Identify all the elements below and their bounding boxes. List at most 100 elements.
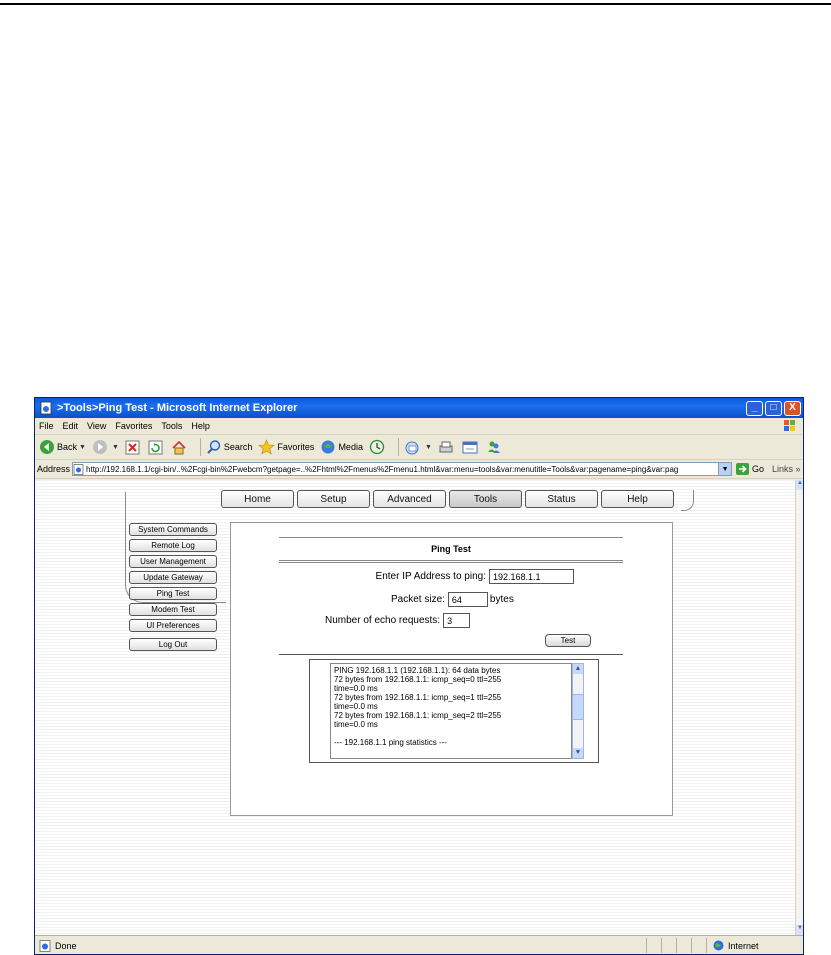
scroll-thumb[interactable] xyxy=(573,694,583,720)
ping-test-panel: Ping Test Enter IP Address to ping: 192.… xyxy=(230,522,673,816)
stop-icon xyxy=(125,440,140,454)
search-label: Search xyxy=(223,442,253,452)
messenger-button[interactable] xyxy=(486,439,504,455)
result-line: time=0.0 ms xyxy=(334,720,378,729)
stop-button[interactable] xyxy=(125,440,142,455)
scroll-up-icon[interactable]: ▲ xyxy=(573,664,583,674)
ping-results-frame: PING 192.168.1.1 (192.168.1.1): 64 data … xyxy=(309,659,599,763)
menu-tools[interactable]: Tools xyxy=(161,421,182,431)
packet-size-label: Packet size: xyxy=(391,594,445,605)
page-scrollbar[interactable]: ▲ ▼ xyxy=(795,480,803,935)
favorites-button[interactable]: Favorites xyxy=(258,439,314,455)
ie-page-icon xyxy=(40,401,52,415)
tab-home[interactable]: Home xyxy=(221,490,294,508)
status-text: Done xyxy=(55,940,77,951)
favorites-label: Favorites xyxy=(277,442,315,452)
address-bar: Address http://192.168.1.1/cgi-bin/..%2F… xyxy=(35,460,803,479)
tools-sidebar: System Commands Remote Log User Manageme… xyxy=(129,523,217,654)
history-icon xyxy=(369,439,385,455)
scroll-down-icon[interactable]: ▼ xyxy=(573,748,583,758)
tab-tools[interactable]: Tools xyxy=(449,490,522,508)
sidebar-item-remote-log[interactable]: Remote Log xyxy=(129,539,217,552)
search-button[interactable]: Search xyxy=(206,439,253,455)
refresh-icon xyxy=(148,440,163,454)
forward-arrow-icon xyxy=(92,440,107,454)
menu-help[interactable]: Help xyxy=(191,421,210,431)
status-cell xyxy=(646,938,661,953)
messenger-icon xyxy=(487,441,500,453)
windows-logo-icon xyxy=(784,420,795,431)
refresh-button[interactable] xyxy=(148,440,165,455)
links-button[interactable]: Links » xyxy=(772,464,801,474)
menu-view[interactable]: View xyxy=(87,421,106,431)
home-button[interactable] xyxy=(171,440,189,455)
menu-favorites[interactable]: Favorites xyxy=(115,421,152,431)
edit-page-icon xyxy=(462,441,478,453)
ping-results-textarea[interactable]: PING 192.168.1.1 (192.168.1.1): 64 data … xyxy=(330,663,572,759)
minimize-button[interactable]: _ xyxy=(746,400,763,416)
test-button[interactable]: Test xyxy=(545,634,591,647)
status-cell xyxy=(691,938,706,953)
history-button[interactable] xyxy=(369,439,387,455)
document-header-rule xyxy=(0,3,831,5)
menu-file[interactable]: File xyxy=(39,421,54,431)
ip-address-input[interactable]: 192.168.1.1 xyxy=(489,569,574,584)
page-scroll-down-icon[interactable]: ▼ xyxy=(796,925,803,935)
echo-count-row: Number of echo requests: 3 xyxy=(325,613,471,628)
back-dropdown-icon[interactable]: ▼ xyxy=(79,444,86,451)
result-line: time=0.0 ms xyxy=(334,684,378,693)
logout-button[interactable]: Log Out xyxy=(129,638,217,651)
page-scroll-up-icon[interactable]: ▲ xyxy=(796,480,803,490)
favorites-star-icon xyxy=(258,439,276,455)
back-button[interactable]: Back ▼ xyxy=(39,439,86,455)
sidebar-item-update-gateway[interactable]: Update Gateway xyxy=(129,571,217,584)
results-scrollbar[interactable]: ▲ ▼ xyxy=(572,663,584,759)
result-line xyxy=(334,729,568,738)
sidebar-item-ui-preferences[interactable]: UI Preferences xyxy=(129,619,217,632)
printer-icon xyxy=(439,441,453,452)
forward-dropdown-icon[interactable]: ▼ xyxy=(112,444,119,451)
title-bar[interactable]: >Tools>Ping Test - Microsoft Internet Ex… xyxy=(35,398,803,418)
packet-size-unit: bytes xyxy=(489,594,514,605)
menu-bar: File Edit View Favorites Tools Help xyxy=(35,418,803,435)
window-title: >Tools>Ping Test - Microsoft Internet Ex… xyxy=(57,402,298,414)
nav-frame-tail xyxy=(681,490,694,511)
media-button[interactable]: Media xyxy=(320,439,363,455)
main-nav: Home Setup Advanced Tools Status Help xyxy=(221,490,677,508)
ip-row: Enter IP Address to ping: 192.168.1.1 xyxy=(376,569,574,584)
sidebar-item-modem-test[interactable]: Modem Test xyxy=(129,603,217,616)
edit-button[interactable] xyxy=(462,440,480,455)
print-button[interactable] xyxy=(438,440,456,455)
media-label: Media xyxy=(338,442,363,452)
mail-dropdown-icon[interactable]: ▼ xyxy=(425,444,432,451)
mail-button[interactable]: ▼ xyxy=(404,440,432,455)
sidebar-item-user-management[interactable]: User Management xyxy=(129,555,217,568)
sidebar-item-ping-test[interactable]: Ping Test xyxy=(129,587,217,600)
go-arrow-icon xyxy=(736,463,750,475)
home-icon xyxy=(172,440,186,454)
tab-status[interactable]: Status xyxy=(525,490,598,508)
ping-test-title: Ping Test xyxy=(279,537,623,563)
echo-count-input[interactable]: 3 xyxy=(443,613,471,628)
maximize-button[interactable]: □ xyxy=(765,400,782,416)
go-button[interactable]: Go xyxy=(736,463,764,475)
echo-count-label: Number of echo requests: xyxy=(325,615,441,626)
toolbar-separator xyxy=(397,438,399,456)
address-input[interactable]: http://192.168.1.1/cgi-bin/..%2Fcgi-bin%… xyxy=(72,462,733,476)
forward-button[interactable]: ▼ xyxy=(92,439,119,455)
internet-globe-icon xyxy=(713,940,724,951)
close-button[interactable]: X xyxy=(784,400,801,416)
mail-icon xyxy=(405,441,419,454)
tab-advanced[interactable]: Advanced xyxy=(373,490,446,508)
menu-edit[interactable]: Edit xyxy=(63,421,79,431)
result-line: 72 bytes from 192.168.1.1: icmp_seq=1 tt… xyxy=(334,693,502,702)
sidebar-item-system-commands[interactable]: System Commands xyxy=(129,523,217,536)
packet-size-input[interactable]: 64 xyxy=(447,592,488,607)
address-label: Address xyxy=(37,464,71,474)
search-icon xyxy=(207,440,221,454)
tab-setup[interactable]: Setup xyxy=(297,490,370,508)
page-content: Home Setup Advanced Tools Status Help Sy… xyxy=(35,480,795,935)
status-bar: Done Internet xyxy=(35,935,803,954)
tab-help[interactable]: Help xyxy=(601,490,674,508)
address-dropdown-icon[interactable]: ▼ xyxy=(718,463,732,475)
